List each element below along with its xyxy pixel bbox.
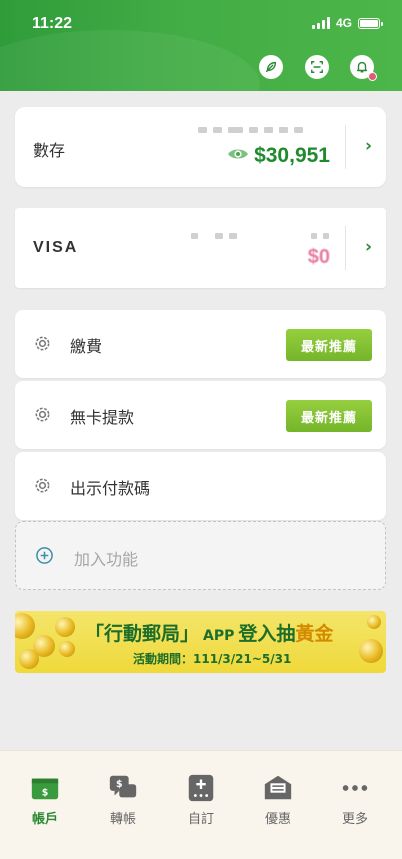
tab-label: 轉帳: [109, 812, 136, 827]
visa-balance: $0: [307, 246, 330, 268]
svg-text:$: $: [116, 779, 123, 790]
battery-icon: [358, 17, 383, 29]
plus-circle-icon: [36, 547, 53, 564]
banner-period: 活動期間：111/3/21~5/31: [133, 652, 292, 666]
balance-display: $30,951: [227, 144, 330, 168]
network-type: 4G: [335, 16, 352, 30]
status-time: 11:22: [32, 15, 73, 32]
offers-icon: [261, 771, 295, 805]
masked-card-number: [191, 233, 237, 239]
account-label: VISA: [33, 239, 79, 256]
transfer-icon: $: [106, 771, 140, 805]
tab-account[interactable]: $ 帳戶: [15, 771, 75, 827]
banner-title: 「行動郵局」 APP 登入抽黃金: [85, 623, 334, 645]
recommend-badge[interactable]: 最新推薦: [286, 400, 372, 432]
gear-icon: [35, 336, 50, 351]
notification-dot: [368, 72, 377, 81]
chevron-right-icon[interactable]: ›: [365, 237, 372, 257]
account-card-savings[interactable]: 數存 $30,951 ›: [15, 107, 386, 187]
tab-label: 帳戶: [31, 812, 58, 827]
tab-transfer[interactable]: $ 轉帳: [93, 771, 153, 827]
feature-label: 無卡提款: [70, 408, 135, 427]
account-label: 數存: [33, 141, 66, 160]
eye-icon[interactable]: [227, 144, 249, 168]
add-feature-button[interactable]: 加入功能: [15, 521, 386, 590]
account-icon: $: [28, 771, 62, 805]
more-icon: [338, 771, 372, 805]
balance-amount: $30,951: [254, 144, 330, 167]
header: 11:22 4G: [0, 0, 402, 91]
feature-cardless-withdrawal[interactable]: 無卡提款 最新推薦: [15, 381, 386, 449]
bell-icon[interactable]: [350, 55, 377, 81]
svg-text:$: $: [42, 788, 49, 799]
feature-show-payment-code[interactable]: 出示付款碼: [15, 452, 386, 520]
tab-label: 優惠: [264, 812, 291, 827]
masked-account-number: [198, 127, 303, 133]
bottom-tab-bar: $ 帳戶 $ 轉帳 自訂 優惠 更多: [0, 750, 402, 859]
custom-icon: [184, 771, 218, 805]
tab-custom[interactable]: 自訂: [171, 771, 231, 827]
scan-icon[interactable]: [305, 55, 329, 79]
chevron-right-icon[interactable]: ›: [365, 136, 372, 156]
signal-icon: [311, 17, 330, 29]
promo-banner[interactable]: 「行動郵局」 APP 登入抽黃金 活動期間：111/3/21~5/31: [15, 611, 386, 673]
add-feature-label: 加入功能: [74, 550, 139, 569]
gear-icon: [35, 407, 50, 422]
gear-icon: [35, 478, 50, 493]
tab-label: 更多: [341, 812, 368, 827]
status-indicators: 4G: [311, 16, 383, 30]
feature-label: 繳費: [70, 337, 103, 356]
account-card-visa[interactable]: VISA $0 ›: [15, 208, 386, 288]
tab-label: 自訂: [187, 812, 214, 827]
recommend-badge[interactable]: 最新推薦: [286, 329, 372, 361]
tab-more[interactable]: 更多: [325, 771, 385, 827]
feature-label: 出示付款碼: [70, 479, 151, 498]
feature-bill-payment[interactable]: 繳費 最新推薦: [15, 310, 386, 378]
tab-offers[interactable]: 優惠: [248, 771, 308, 827]
feather-icon[interactable]: [259, 55, 283, 79]
